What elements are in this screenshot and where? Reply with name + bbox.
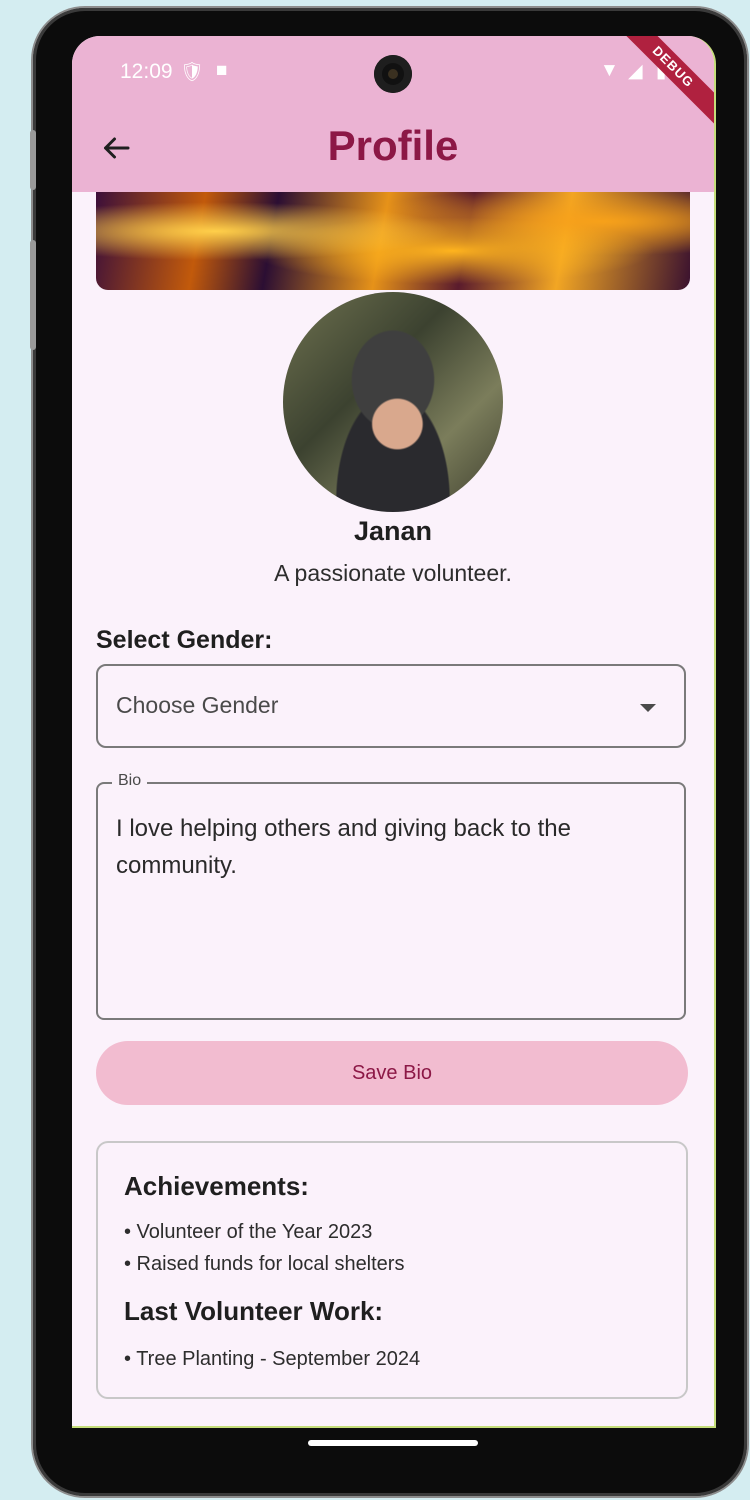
- save-bio-button[interactable]: Save Bio: [96, 1041, 688, 1105]
- bio-text[interactable]: I love helping others and giving back to…: [116, 810, 664, 884]
- app-bar: 12:09 🛡︎ ■ ▼ ◢ ▮ DEBUG Profile: [72, 36, 714, 192]
- achievement-item: • Raised funds for local shelters: [124, 1253, 405, 1275]
- gender-label: Select Gender:: [96, 626, 273, 654]
- bio-label: Bio: [112, 772, 148, 790]
- last-work-heading: Last Volunteer Work:: [124, 1296, 384, 1326]
- profile-tagline: A passionate volunteer.: [274, 560, 512, 586]
- achievement-item: • Volunteer of the Year 2023: [124, 1221, 373, 1243]
- sd-card-icon: ■: [216, 60, 228, 81]
- phone-volume-button: [30, 240, 36, 350]
- status-time: 12:09: [120, 60, 173, 83]
- bio-textarea[interactable]: Bio I love helping others and giving bac…: [96, 772, 686, 1020]
- app-screen: 12:09 🛡︎ ■ ▼ ◢ ▮ DEBUG Profile Janan A p…: [72, 36, 716, 1428]
- last-work-item: • Tree Planting - September 2024: [124, 1348, 421, 1370]
- signal-icon: ◢: [628, 61, 643, 82]
- gender-dropdown-placeholder: Choose Gender: [116, 692, 279, 718]
- shield-icon: 🛡︎: [180, 62, 205, 83]
- phone-side-button: [30, 130, 36, 190]
- page-title: Profile: [327, 122, 459, 169]
- achievements-card: Achievements: • Volunteer of the Year 20…: [96, 1141, 688, 1399]
- profile-name: Janan: [353, 516, 433, 546]
- front-camera: [374, 55, 412, 93]
- home-indicator[interactable]: [308, 1440, 478, 1446]
- avatar: [283, 292, 503, 512]
- caret-down-icon: [640, 704, 656, 712]
- cover-banner-image: [96, 192, 690, 290]
- gender-dropdown[interactable]: Choose Gender: [96, 664, 686, 748]
- wifi-icon: ▼: [600, 60, 619, 81]
- achievements-heading: Achievements:: [124, 1171, 309, 1201]
